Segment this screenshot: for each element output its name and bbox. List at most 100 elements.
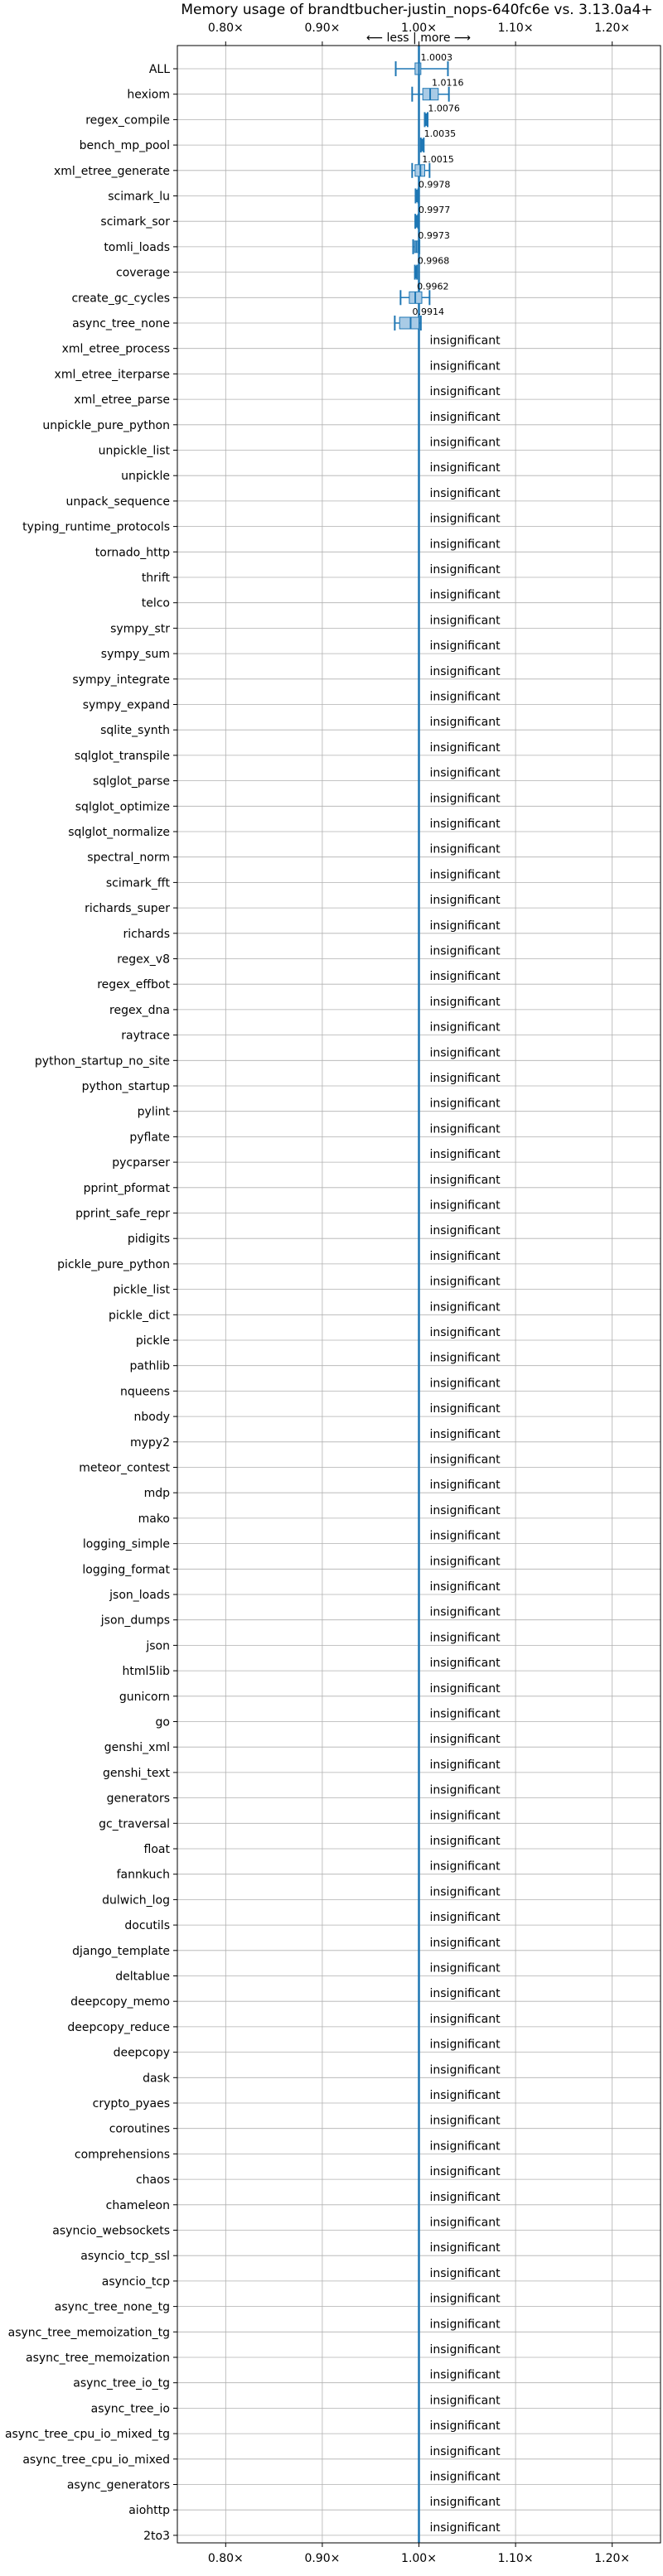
benchmark-label: json_dumps [100,1614,170,1628]
insignificant-label: insignificant [430,2165,501,2178]
benchmark-label: pickle_list [113,1284,170,1297]
benchmark-label: nbody [134,1411,171,1424]
benchmark-label: mako [138,1512,170,1526]
insignificant-label: insignificant [430,1046,501,1059]
median-value-label: 1.0076 [428,103,460,113]
median-value-label: 1.0015 [422,154,454,165]
iqr-box [414,62,422,75]
insignificant-label: insignificant [430,1530,501,1543]
insignificant-label: insignificant [430,2267,501,2280]
benchmark-label: deepcopy_memo [70,1995,170,2009]
benchmark-label: pylint [138,1106,171,1119]
benchmark-label: regex_dna [109,1004,170,1017]
benchmark-label: pickle_dict [109,1309,171,1322]
x-tick-label-top: 1.10× [498,22,534,35]
insignificant-label: insignificant [430,1784,501,1797]
benchmark-labels: ALL hexiom regex_compile bench_mp_pool xml_e… [5,63,171,2543]
insignificant-label: insignificant [430,691,501,704]
benchmark-label: fannkuch [117,1869,170,1882]
insignificant-label: insignificant [430,1224,501,1237]
iqr-box [399,316,419,330]
insignificant-label: insignificant [430,1428,501,1441]
insignificant-label: insignificant [430,1352,501,1365]
insignificant-label: insignificant [430,614,501,627]
benchmark-label: mdp [144,1487,171,1500]
x-tick-label-top: 0.80× [208,22,244,35]
insignificant-label: insignificant [430,1199,501,1213]
insignificant-label: insignificant [430,1911,501,1924]
insignificant-label: insignificant [430,1987,501,2000]
benchmark-label: chameleon [106,2199,170,2212]
benchmark-label: async_tree_io_tg [73,2377,170,2390]
x-tick-label-bottom: 0.90× [304,2552,340,2565]
benchmark-box: 1.0076 [423,103,460,128]
benchmark-label: float [144,1843,171,1856]
benchmark-label: sqlglot_optimize [75,800,170,813]
benchmark-label: pycparser [112,1156,170,1170]
insignificant-label: insignificant [430,2293,501,2306]
benchmark-label: json [145,1639,170,1652]
insignificant-label: insignificant [430,1580,501,1594]
benchmark-box: 0.9968 [414,256,449,280]
benchmark-label: nqueens [120,1385,170,1398]
benchmark-label: tornado_http [95,546,170,559]
x-tick-label-bottom: 1.20× [594,2552,630,2565]
x-tick-labels: 0.80× 0.80× 0.90× 0.90× 1.00× 1.00× 1.10× 1.10×… [173,22,630,2565]
insignificant-label: insignificant [430,2318,501,2331]
insignificant-label: insignificant [430,1250,501,1263]
benchmark-label: pathlib [130,1360,171,1373]
benchmark-label: spectral_norm [87,851,170,865]
insignificant-label: insignificant [430,2471,501,2484]
benchmark-label: go [156,1716,170,1729]
insignificant-label: insignificant [430,1479,501,1492]
benchmark-label: ALL [149,63,170,76]
insignificant-label: insignificant [430,2369,501,2382]
insignificant-label: insignificant [430,1708,501,1721]
benchmark-label: unpickle [121,470,170,483]
benchmark-label: genshi_text [103,1767,171,1780]
insignificant-label: insignificant [430,1072,501,1085]
insignificant-label: insignificant [430,1276,501,1289]
insignificant-label: insignificant [430,843,501,856]
benchmark-label: async_tree_cpu_io_mixed [22,2453,170,2467]
insignificant-label: insignificant [430,2089,501,2102]
benchmark-label: telco [142,597,170,610]
benchmark-label: regex_compile [85,113,170,127]
insignificant-label: insignificant [430,385,501,398]
insignificant-label: insignificant [430,513,501,526]
benchmark-label: gunicorn [119,1691,170,1704]
benchmark-label: unpack_sequence [66,495,170,509]
x-tick-label-top: 1.00× [401,22,437,35]
benchmark-label: asyncio_websockets [52,2225,170,2238]
insignificant-label: insignificant [430,1174,501,1187]
benchmark-label: bench_mp_pool [80,139,170,152]
benchmark-label: xml_etree_generate [54,165,170,178]
benchmark-box: 0.9978 [414,180,450,204]
benchmark-label: thrift [142,572,171,585]
insignificant-label: insignificant [430,1300,501,1314]
insignificant-label: insignificant [430,868,501,881]
benchmark-label: regex_effbot [97,978,170,991]
insignificant-label: insignificant [430,1326,501,1339]
benchmark-label: pyflate [129,1131,170,1144]
benchmark-label: aiohttp [128,2504,170,2517]
benchmark-label: async_tree_io [91,2402,170,2415]
insignificant-label: insignificant [430,1454,501,1467]
insignificant-label: insignificant [430,538,501,551]
benchmark-label: gc_traversal [99,1817,170,1831]
insignificant-label: insignificant [430,437,501,450]
benchmark-label: coroutines [109,2123,170,2136]
benchmark-label: mypy2 [130,1436,170,1450]
benchmark-label: async_tree_none [72,317,170,330]
insignificant-label: insignificant [430,2115,501,2128]
benchmark-label: crypto_pyaes [93,2097,170,2110]
benchmark-label: raytrace [121,1030,170,1043]
benchmark-box: 0.9973 [412,230,450,254]
insignificant-label: insignificant [430,1962,501,1975]
benchmark-label: typing_runtime_protocols [22,521,170,534]
x-tick-label-top: 1.20× [594,22,630,35]
benchmark-label: sympy_str [110,622,170,635]
insignificant-label: insignificant [430,1758,501,1772]
median-value-label: 0.9977 [419,205,451,215]
benchmark-label: dulwich_log [102,1893,170,1907]
